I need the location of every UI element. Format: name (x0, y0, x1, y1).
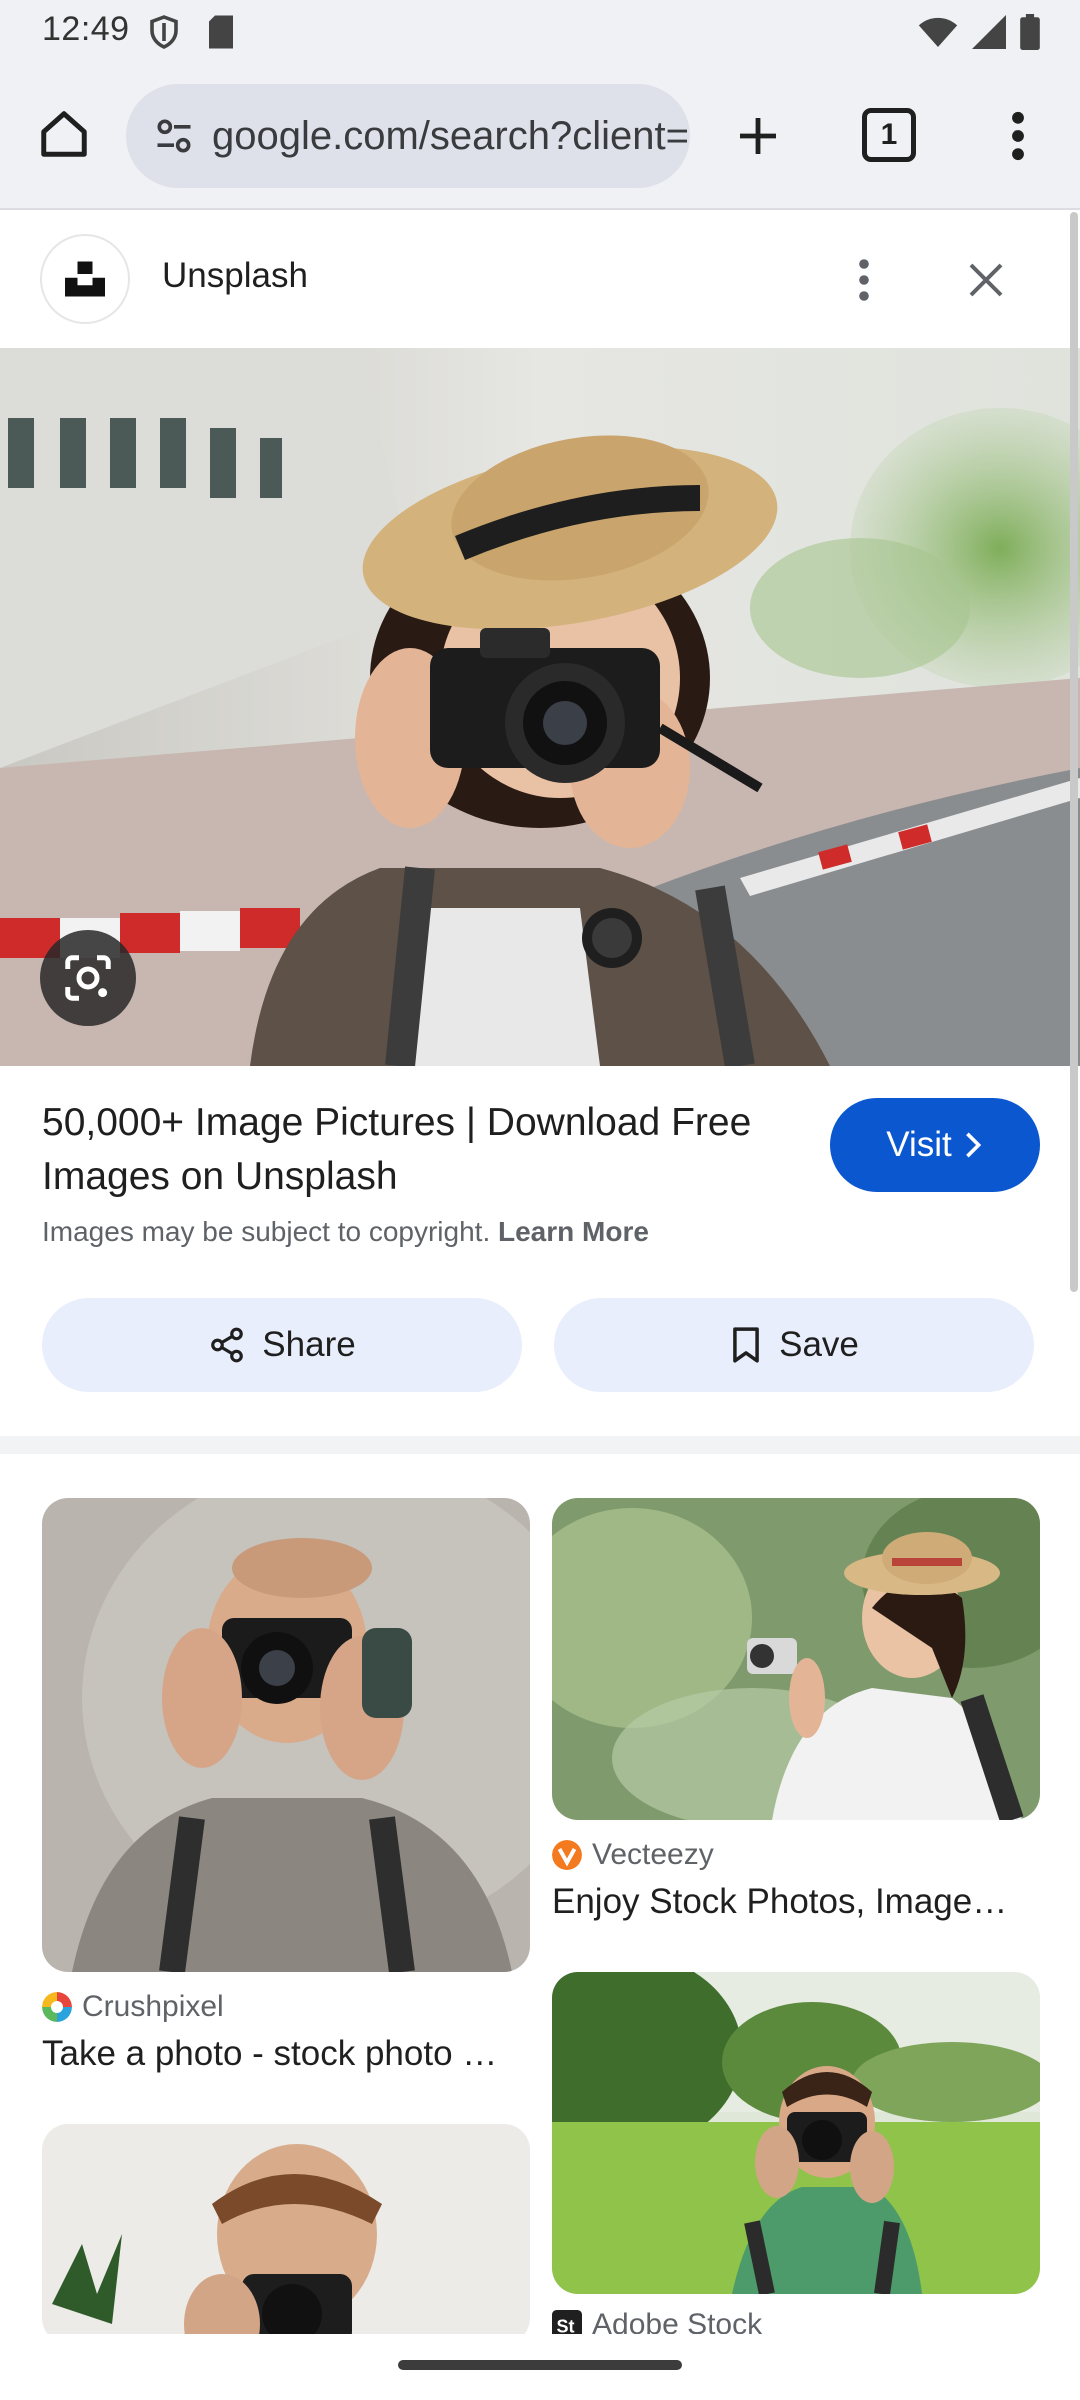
related-image-1[interactable] (42, 1498, 530, 1972)
home-icon (41, 111, 87, 157)
address-bar[interactable]: google.com/search?client=ms-android (126, 84, 690, 188)
plus-icon (740, 118, 776, 154)
photo-man-with-camera (42, 1498, 530, 1972)
copyright-text: Images may be subject to copyright. (42, 1216, 491, 1247)
more-vert-icon (859, 259, 869, 301)
related-image-4[interactable] (552, 1972, 1040, 2294)
related-caption-2[interactable]: Enjoy Stock Photos, Image… (552, 1882, 1042, 1922)
signal-icon (972, 15, 1006, 49)
chevron-right-icon (965, 1132, 981, 1158)
status-icons (918, 14, 1040, 50)
wifi-icon (918, 17, 958, 47)
new-tab-button[interactable] (724, 102, 792, 170)
url-text: google.com/search?client=ms-android (212, 113, 690, 158)
unsplash-logo-icon (40, 234, 130, 324)
vecteezy-logo-icon (552, 1840, 582, 1870)
related-image-2[interactable] (552, 1498, 1040, 1820)
more-vert-icon (1012, 111, 1024, 161)
status-bar: 12:49 (0, 0, 1080, 62)
tab-count: 1 (880, 118, 898, 151)
share-label: Share (262, 1325, 356, 1364)
image-panel-header: Unsplash (0, 212, 1080, 348)
save-label: Save (779, 1325, 859, 1364)
related-source-2[interactable]: Vecteezy (552, 1838, 714, 1872)
battery-icon (1020, 14, 1040, 50)
related-source-1[interactable]: Crushpixel (42, 1990, 224, 2024)
section-divider (0, 1436, 1080, 1454)
lens-icon (65, 955, 111, 1001)
visit-button[interactable]: Visit (830, 1098, 1040, 1192)
browser-toolbar: google.com/search?client=ms-android 1 (0, 62, 1080, 210)
main-image[interactable] (0, 348, 1080, 1066)
google-lens-button[interactable] (40, 930, 136, 1026)
save-button[interactable]: Save (554, 1298, 1034, 1392)
bookmark-icon (733, 1327, 759, 1363)
crushpixel-logo-icon (42, 1992, 72, 2022)
related-image-3[interactable] (42, 2124, 530, 2344)
tab-switcher-button[interactable]: 1 (862, 108, 916, 162)
result-title[interactable]: 50,000+ Image Pictures | Download Free I… (42, 1096, 802, 1204)
photo-woman-with-camera (0, 348, 1080, 1066)
learn-more-link[interactable]: Learn More (498, 1216, 649, 1247)
sd-card-icon (209, 15, 233, 49)
source-name: Vecteezy (592, 1838, 714, 1871)
browser-menu-button[interactable] (984, 102, 1052, 170)
status-time: 12:49 (42, 10, 130, 48)
home-indicator[interactable] (398, 2360, 682, 2370)
shield-icon (150, 15, 178, 49)
source-name: Crushpixel (82, 1990, 224, 2023)
home-button[interactable] (30, 100, 98, 168)
photo-man-in-field-camera (552, 1972, 1040, 2294)
panel-close-button[interactable] (956, 250, 1016, 310)
share-button[interactable]: Share (42, 1298, 522, 1392)
copyright-notice: Images may be subject to copyright. Lear… (42, 1216, 649, 1248)
share-icon (211, 1327, 244, 1363)
site-name[interactable]: Unsplash (162, 256, 308, 296)
close-icon (969, 263, 1003, 297)
panel-more-button[interactable] (834, 250, 894, 310)
photo-young-man-camera (42, 2124, 530, 2344)
visit-label: Visit (886, 1125, 952, 1164)
photo-woman-smiling-camera (552, 1498, 1040, 1820)
related-caption-1[interactable]: Take a photo - stock photo … (42, 2034, 532, 2074)
panel-scrollbar[interactable] (1070, 212, 1078, 1292)
site-info-icon[interactable] (144, 106, 204, 166)
